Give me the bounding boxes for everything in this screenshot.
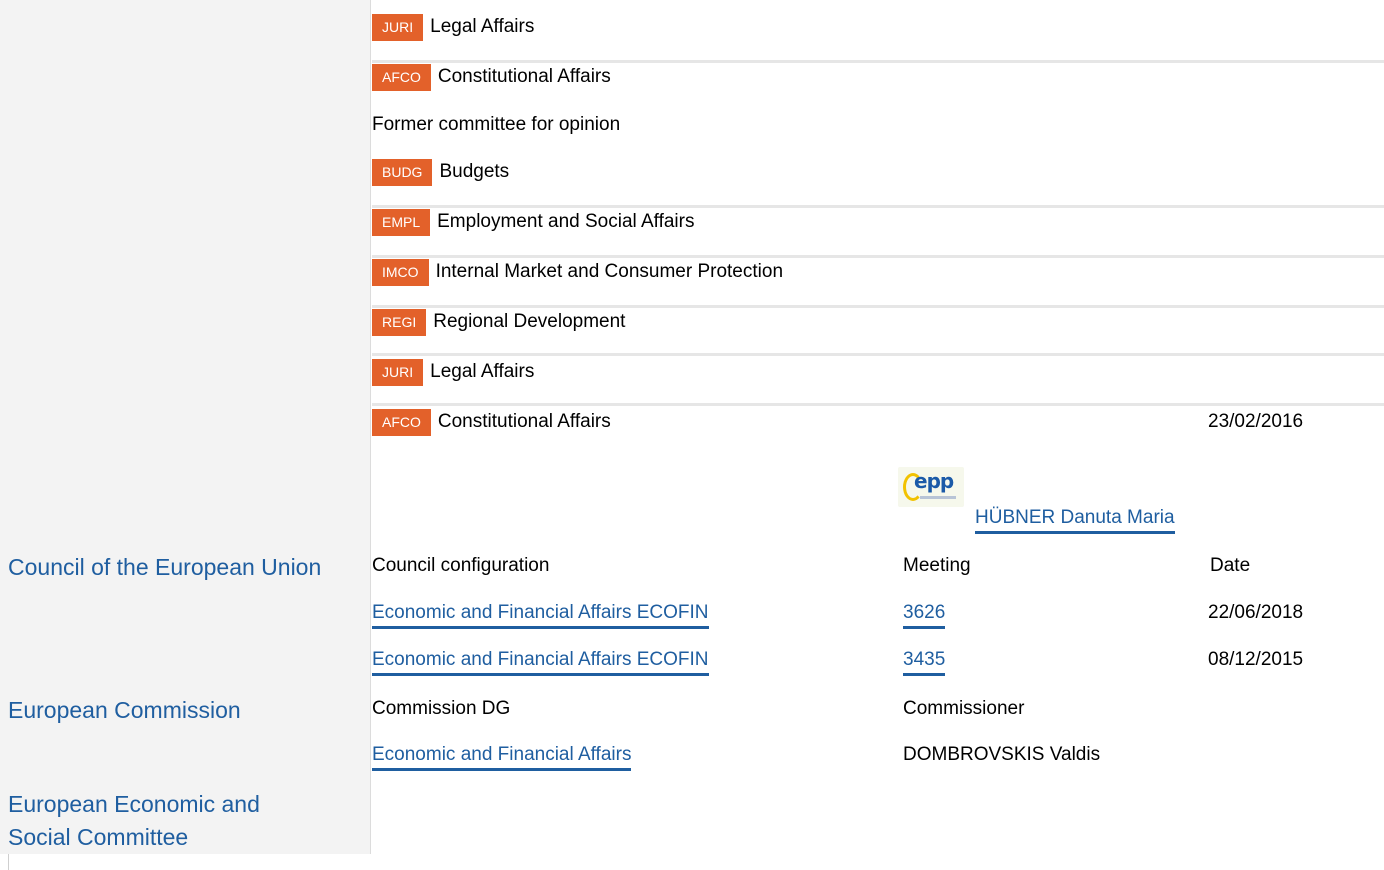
committee-badge: AFCO	[372, 63, 431, 91]
commission-institution-label: European Commission	[8, 697, 241, 723]
left-divider	[8, 854, 9, 870]
former-committee-heading: Former committee for opinion	[372, 114, 621, 135]
row-separator	[372, 403, 1384, 406]
committee-name: Regional Development	[433, 311, 626, 332]
committee-badge: AFCO	[372, 408, 431, 436]
council-configuration-header: Council configuration	[372, 555, 550, 576]
committee-row: JURI Legal Affairs	[372, 358, 535, 386]
committee-row: AFCO Constitutional Affairs	[372, 408, 611, 436]
committee-date: 23/02/2016	[1208, 411, 1304, 432]
committee-badge: IMCO	[372, 258, 429, 286]
council-configuration-link[interactable]: Economic and Financial Affairs ECOFIN	[372, 649, 709, 676]
committee-row: AFCO Constitutional Affairs	[372, 63, 611, 91]
row-separator	[372, 255, 1384, 258]
committee-row: JURI Legal Affairs	[372, 13, 535, 41]
council-institution-label: Council of the European Union	[8, 554, 322, 580]
commissioner-header: Commissioner	[903, 698, 1025, 719]
committee-name: Budgets	[439, 161, 510, 182]
epp-logo-subtitle	[920, 496, 956, 499]
committee-name: Constitutional Affairs	[437, 411, 611, 432]
row-separator	[372, 305, 1384, 308]
eesc-label-line1: European Economic and	[8, 791, 260, 817]
row-separator	[372, 353, 1384, 356]
committee-badge: REGI	[372, 308, 427, 336]
committee-name: Employment and Social Affairs	[437, 211, 695, 232]
meeting-header: Meeting	[903, 555, 971, 576]
rapporteur-link[interactable]: HÜBNER Danuta Maria	[975, 507, 1175, 534]
committee-row: REGI Regional Development	[372, 308, 626, 336]
committee-badge: JURI	[372, 358, 424, 386]
committee-name: Legal Affairs	[430, 361, 535, 382]
committee-row: BUDG Budgets	[372, 158, 510, 186]
date-header: Date	[1210, 555, 1251, 576]
committee-name: Internal Market and Consumer Protection	[435, 261, 784, 282]
eesc-label-line2: Social Committee	[8, 824, 189, 850]
committee-row: EMPL Employment and Social Affairs	[372, 208, 695, 236]
eesc-institution-label: European Economic and Social Committee	[8, 788, 260, 854]
committee-badge: EMPL	[372, 208, 431, 236]
committee-row: IMCO Internal Market and Consumer Protec…	[372, 258, 784, 286]
row-separator	[372, 60, 1384, 63]
committee-name: Constitutional Affairs	[437, 66, 611, 87]
committee-badge: JURI	[372, 13, 424, 41]
committee-name: Legal Affairs	[430, 16, 535, 37]
commissioner-name: DOMBROVSKIS Valdis	[903, 744, 1101, 765]
committee-badge: BUDG	[372, 158, 433, 186]
meeting-link[interactable]: 3435	[903, 649, 946, 676]
council-configuration-link[interactable]: Economic and Financial Affairs ECOFIN	[372, 602, 709, 629]
epp-logo-text: epp	[914, 469, 954, 493]
epp-group-logo: epp	[898, 467, 964, 507]
meeting-date: 08/12/2015	[1208, 649, 1304, 670]
meeting-link[interactable]: 3626	[903, 602, 946, 629]
commission-dg-header: Commission DG	[372, 698, 511, 719]
meeting-date: 22/06/2018	[1208, 602, 1304, 623]
row-separator	[372, 205, 1384, 208]
commission-dg-link[interactable]: Economic and Financial Affairs	[372, 744, 632, 771]
